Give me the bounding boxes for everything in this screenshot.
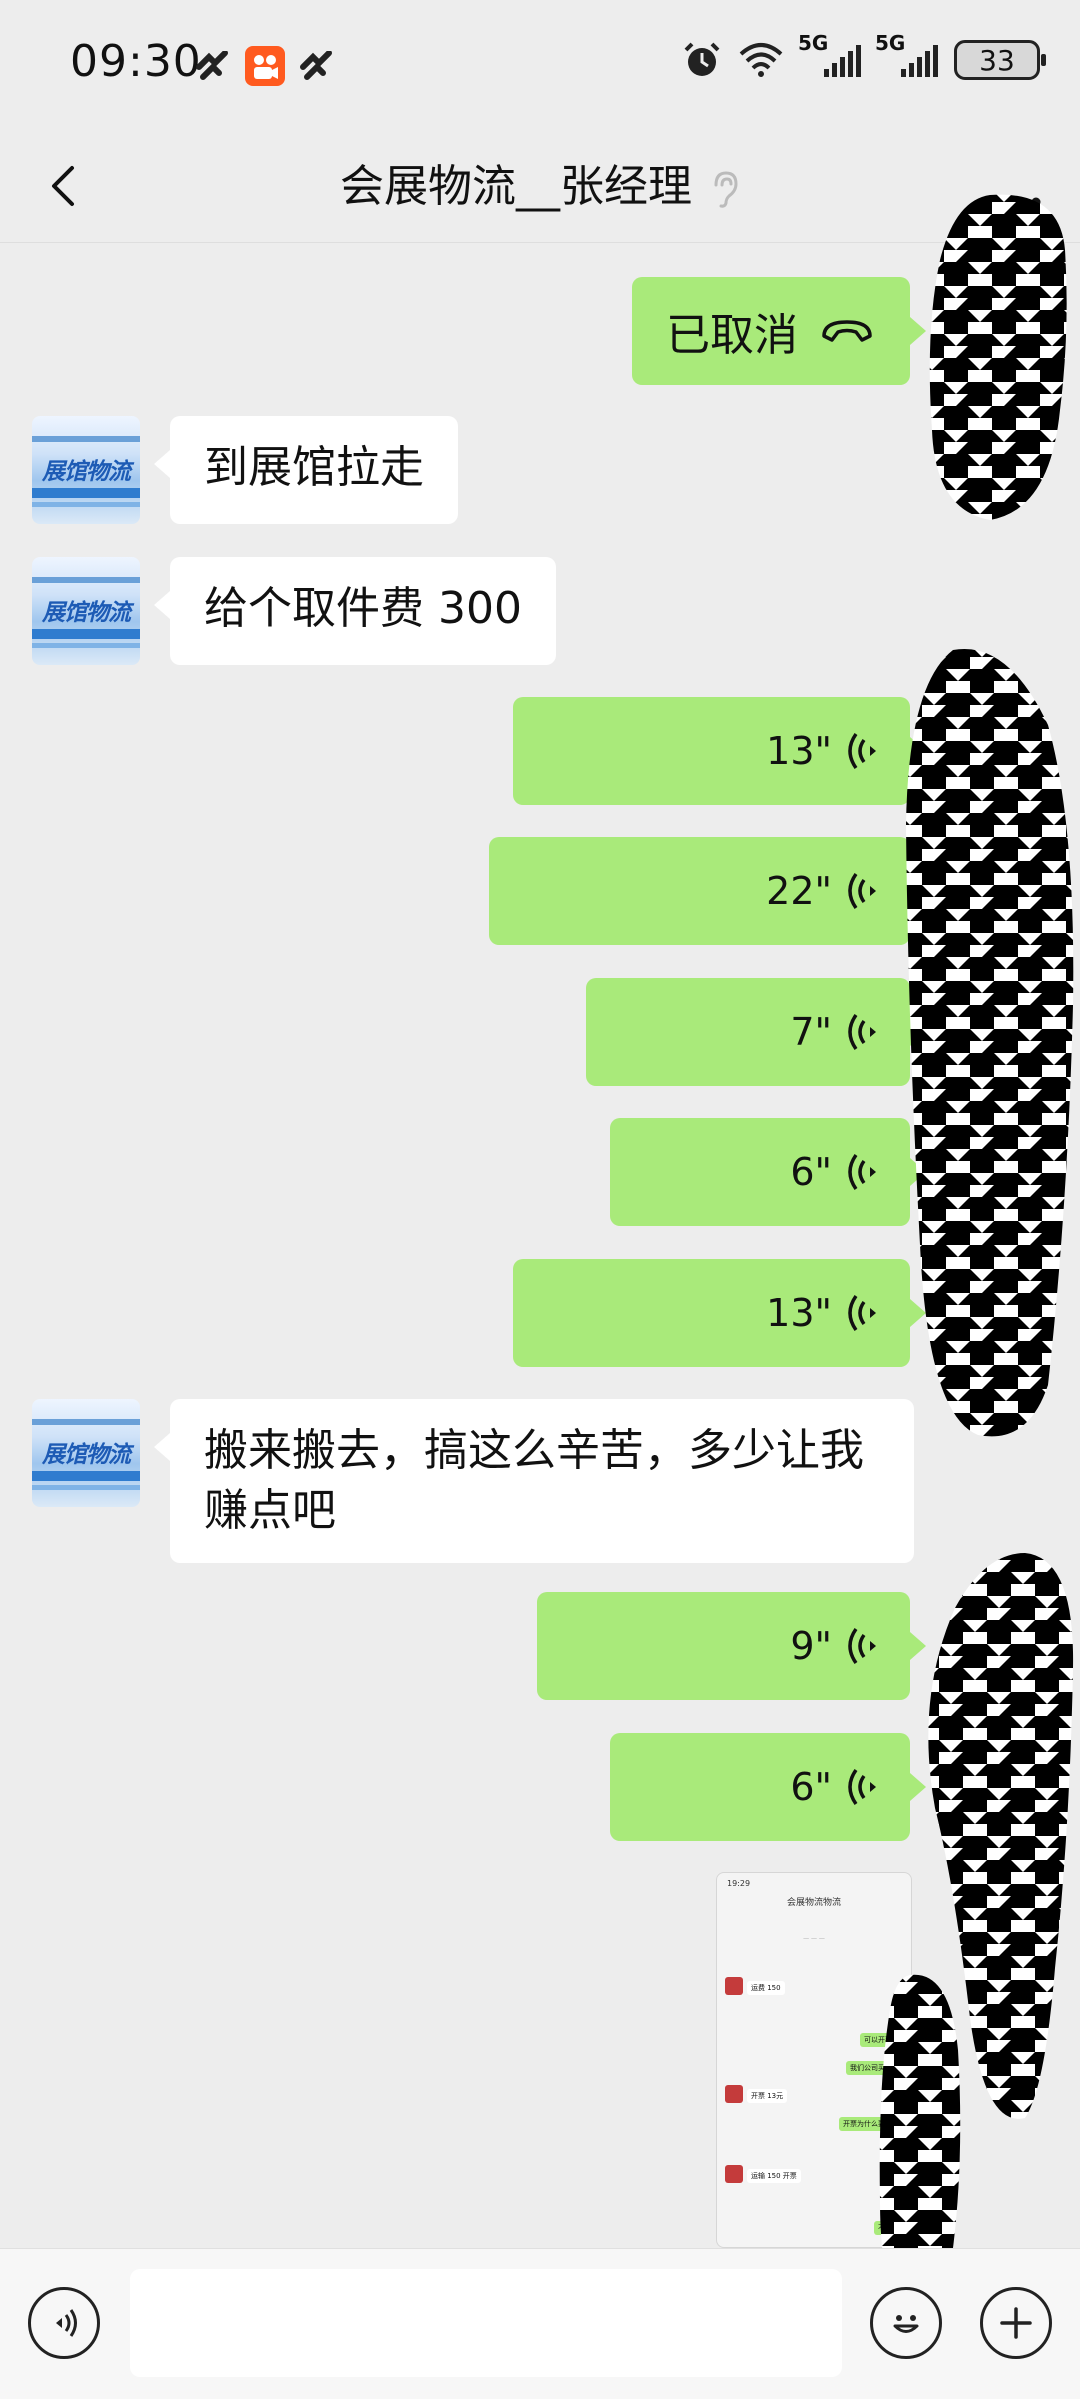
thumb-row: 运费 150: [747, 1981, 785, 1995]
chat-title: 会展物流__张经理: [0, 150, 1080, 214]
voice-message[interactable]: 22": [489, 837, 926, 945]
voice-mode-button[interactable]: [28, 2287, 100, 2359]
message-incoming[interactable]: 搬来搬去，搞这么辛苦，多少让我赚点吧: [154, 1399, 914, 1563]
avatar[interactable]: 展馆物流: [32, 416, 140, 524]
avatar-label: 展馆物流: [42, 459, 131, 485]
message-input[interactable]: [130, 2269, 842, 2377]
chat-header: 会展物流__张经理: [0, 130, 1080, 243]
voice-message[interactable]: 13": [513, 697, 926, 805]
redaction-mask: [929, 194, 1067, 520]
input-bar: [0, 2248, 1080, 2399]
voice-duration: 6": [790, 1150, 832, 1194]
status-time: 09:30: [70, 36, 202, 87]
thumb-row: 运输 150 开票: [747, 2169, 801, 2183]
message-incoming[interactable]: 到展馆拉走: [154, 416, 458, 524]
redaction-mask: [906, 648, 1074, 1437]
voice-duration: 6": [790, 1765, 832, 1809]
plus-icon: [1000, 2307, 1032, 2339]
message-incoming[interactable]: 给个取件费 300: [154, 557, 556, 665]
thumb-time: 19:29: [727, 1879, 751, 1888]
thumb-row: 开票 13元: [747, 2089, 788, 2103]
message-text: 给个取件费 300: [204, 583, 522, 634]
voice-wave-icon: [848, 1013, 876, 1051]
voice-duration: 13": [766, 729, 832, 773]
message-text: 搬来搬去，搞这么辛苦，多少让我赚点吧: [204, 1425, 864, 1536]
voice-wave-icon: [848, 1153, 876, 1191]
thumb-avatar: [725, 2085, 743, 2103]
voice-message[interactable]: 6": [610, 1733, 926, 1841]
notification-icon-2: [300, 51, 332, 80]
phone-hangup-icon: [822, 320, 872, 342]
call-status-text: 已取消: [666, 310, 798, 361]
status-right-icons: 5G 5G 33: [682, 31, 1046, 80]
thumb-title: 会展物流物流: [786, 1898, 841, 1908]
voice-message[interactable]: 6": [610, 1118, 926, 1226]
voice-wave-icon: [848, 732, 876, 770]
avatar-label: 展馆物流: [42, 1442, 131, 1468]
voice-wave-icon: [848, 872, 876, 910]
plus-button[interactable]: [980, 2287, 1052, 2359]
voice-message[interactable]: 9": [537, 1592, 926, 1700]
signal-icon-1: 5G: [798, 31, 861, 77]
message-call-cancelled[interactable]: 已取消: [632, 277, 926, 385]
avatar[interactable]: 展馆物流: [32, 557, 140, 665]
voice-message[interactable]: 13": [513, 1259, 926, 1367]
voice-wave-icon: [848, 1768, 876, 1806]
notification-icon: [196, 51, 228, 80]
thumb-avatar: [725, 1977, 743, 1995]
emoji-icon: [893, 2315, 919, 2333]
thumb-avatar: [725, 2165, 743, 2183]
voice-wave-icon: [848, 1294, 876, 1332]
voice-duration: 13": [766, 1291, 832, 1335]
voice-mode-icon: [56, 2309, 77, 2337]
avatar[interactable]: 展馆物流: [32, 1399, 140, 1507]
status-left-icons: [195, 46, 335, 86]
alarm-icon: [684, 42, 720, 76]
voice-duration: 9": [790, 1624, 832, 1668]
voice-wave-icon: [848, 1627, 876, 1665]
avatar-label: 展馆物流: [42, 600, 131, 626]
message-text: 到展馆拉走: [204, 442, 424, 493]
ear-icon: [714, 171, 738, 208]
status-bar: 09:30 5G 5G 33: [0, 0, 1080, 130]
emoji-button[interactable]: [870, 2287, 942, 2359]
chat-title-text: 会展物流__张经理: [340, 161, 692, 212]
wifi-icon: [739, 43, 783, 77]
voice-duration: 22": [766, 869, 832, 913]
battery-indicator: 33: [954, 40, 1046, 80]
voice-message[interactable]: 7": [586, 978, 926, 1086]
kuaishou-icon: [245, 46, 285, 86]
signal-icon-2: 5G: [875, 31, 938, 77]
voice-duration: 7": [790, 1010, 832, 1054]
